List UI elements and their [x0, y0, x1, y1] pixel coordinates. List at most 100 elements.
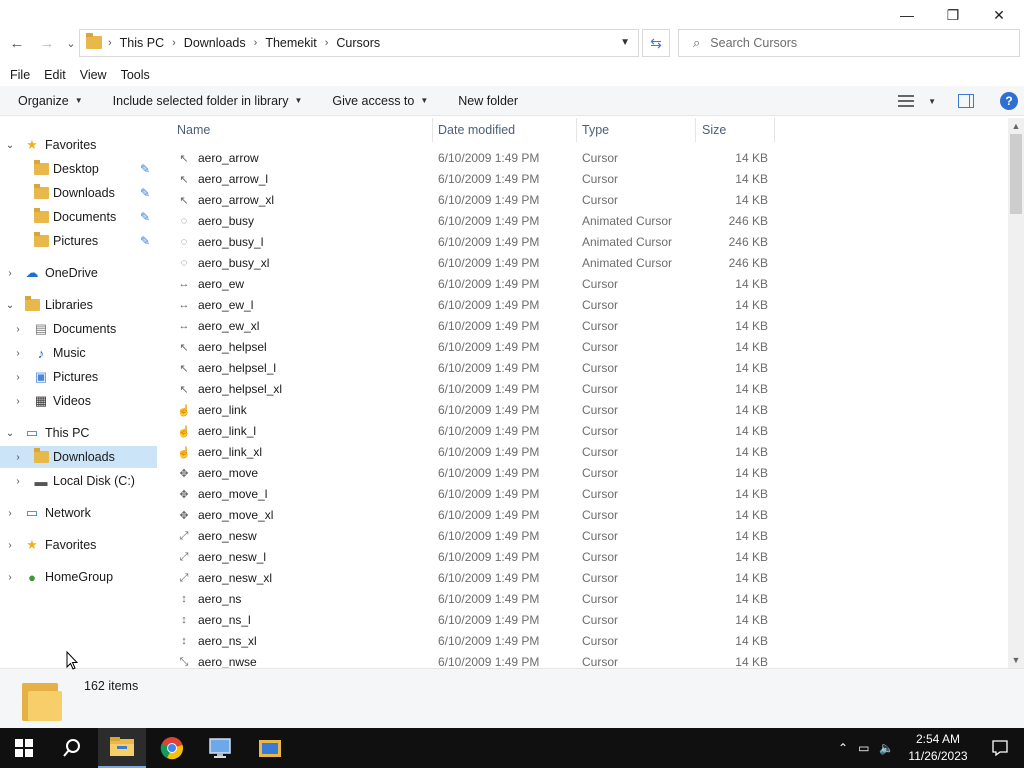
table-row[interactable]: ↖ aero_helpsel 6/10/2009 1:49 PM Cursor 14 K…	[160, 337, 1006, 358]
nav-homegroup[interactable]: › ● HomeGroup	[0, 566, 157, 588]
give-access-button[interactable]: Give access to ▼	[332, 94, 428, 108]
back-button[interactable]: ←	[6, 32, 28, 54]
column-divider[interactable]	[695, 118, 696, 142]
nav-libraries[interactable]: ⌄ Libraries	[0, 294, 157, 316]
caret-down-icon[interactable]: ▼	[928, 97, 936, 106]
nav-favorites[interactable]: ⌄ ★ Favorites	[0, 134, 157, 156]
menu-tools[interactable]: Tools	[121, 68, 150, 82]
view-options-icon[interactable]	[898, 95, 915, 107]
address-bar[interactable]: › This PC › Downloads › Themekit › Curso…	[79, 29, 639, 57]
nav-onedrive[interactable]: › ☁ OneDrive	[0, 262, 157, 284]
nav-lib-videos[interactable]: › ▦ Videos	[0, 390, 157, 412]
table-row[interactable]: ↖ aero_helpsel_l 6/10/2009 1:49 PM Cursor 14…	[160, 358, 1006, 379]
new-folder-button[interactable]: New folder	[458, 94, 518, 108]
chevron-up-icon[interactable]: ⌃	[838, 741, 848, 755]
nav-downloads[interactable]: Downloads ✎	[0, 182, 157, 204]
table-row[interactable]: ↖ aero_arrow 6/10/2009 1:49 PM Cursor 14 KB	[160, 148, 1006, 169]
column-divider[interactable]	[576, 118, 577, 142]
nav-desktop[interactable]: Desktop ✎	[0, 158, 157, 180]
breadcrumb-cursors[interactable]: Cursors	[336, 36, 380, 50]
remote-desktop-taskbar-button[interactable]	[196, 728, 244, 768]
chevron-down-icon[interactable]: ⌄	[4, 300, 16, 311]
chevron-right-icon[interactable]: ›	[12, 372, 24, 383]
breadcrumb-downloads[interactable]: Downloads	[184, 36, 246, 50]
vertical-scrollbar[interactable]: ▲ ▼	[1008, 118, 1024, 668]
table-row[interactable]: ⤡ aero_nwse 6/10/2009 1:49 PM Cursor 14 KB	[160, 652, 1006, 668]
table-row[interactable]: ↔ aero_ew_l 6/10/2009 1:49 PM Cursor 14 KB	[160, 295, 1006, 316]
table-row[interactable]: ✥ aero_move 6/10/2009 1:49 PM Cursor 14 KB	[160, 463, 1006, 484]
table-row[interactable]: ◌ aero_busy_l 6/10/2009 1:49 PM Animated Cu…	[160, 232, 1006, 253]
chevron-right-icon[interactable]: ›	[12, 452, 24, 463]
column-header-size[interactable]: Size	[702, 118, 772, 142]
preview-pane-icon[interactable]	[958, 94, 974, 108]
start-button[interactable]	[0, 728, 48, 768]
column-header-date[interactable]: Date modified	[438, 118, 576, 142]
network-icon[interactable]: ▭	[858, 741, 869, 755]
nav-documents[interactable]: Documents ✎	[0, 206, 157, 228]
nav-lib-documents[interactable]: › ▤ Documents	[0, 318, 157, 340]
table-row[interactable]: ◌ aero_busy 6/10/2009 1:49 PM Animated Curs…	[160, 211, 1006, 232]
nav-lib-music[interactable]: › ♪ Music	[0, 342, 157, 364]
forward-button[interactable]: →	[36, 32, 58, 54]
restore-button[interactable]: ❐	[930, 0, 976, 30]
chevron-right-icon[interactable]: ›	[12, 348, 24, 359]
themekit-taskbar-button[interactable]	[246, 728, 294, 768]
table-row[interactable]: ↕ aero_ns 6/10/2009 1:49 PM Cursor 14 KB	[160, 589, 1006, 610]
nav-favorites-2[interactable]: › ★ Favorites	[0, 534, 157, 556]
table-row[interactable]: ⤢ aero_nesw_l 6/10/2009 1:49 PM Cursor 14 KB	[160, 547, 1006, 568]
table-row[interactable]: ↔ aero_ew_xl 6/10/2009 1:49 PM Cursor 14 KB	[160, 316, 1006, 337]
table-row[interactable]: ☝ aero_link_xl 6/10/2009 1:49 PM Cursor 14 K…	[160, 442, 1006, 463]
table-row[interactable]: ↕ aero_ns_xl 6/10/2009 1:49 PM Cursor 14 KB	[160, 631, 1006, 652]
table-row[interactable]: ↖ aero_helpsel_xl 6/10/2009 1:49 PM Cursor 1…	[160, 379, 1006, 400]
column-header-type[interactable]: Type	[582, 118, 694, 142]
chevron-right-icon[interactable]: ›	[12, 476, 24, 487]
nav-local-disk[interactable]: › ▬ Local Disk (C:)	[0, 470, 157, 492]
include-in-library-button[interactable]: Include selected folder in library ▼	[113, 94, 303, 108]
column-divider[interactable]	[432, 118, 433, 142]
table-row[interactable]: ↖ aero_arrow_xl 6/10/2009 1:49 PM Cursor 14 …	[160, 190, 1006, 211]
clock[interactable]: 2:54 AM 11/26/2023	[900, 731, 976, 765]
column-header-name[interactable]: Name	[177, 118, 432, 142]
chevron-right-icon[interactable]: ›	[12, 324, 24, 335]
file-explorer-taskbar-button[interactable]	[98, 728, 146, 768]
table-row[interactable]: ↔ aero_ew 6/10/2009 1:49 PM Cursor 14 KB	[160, 274, 1006, 295]
chevron-right-icon[interactable]: ›	[4, 540, 16, 551]
menu-edit[interactable]: Edit	[44, 68, 66, 82]
table-row[interactable]: ◌ aero_busy_xl 6/10/2009 1:49 PM Animated C…	[160, 253, 1006, 274]
scroll-thumb[interactable]	[1010, 134, 1022, 214]
search-input[interactable]: ⌕ Search Cursors	[678, 29, 1020, 57]
table-row[interactable]: ✥ aero_move_xl 6/10/2009 1:49 PM Cursor 14 K…	[160, 505, 1006, 526]
table-row[interactable]: ⤢ aero_nesw_xl 6/10/2009 1:49 PM Cursor 14 K…	[160, 568, 1006, 589]
breadcrumb-this-pc[interactable]: This PC	[120, 36, 164, 50]
menu-file[interactable]: File	[10, 68, 30, 82]
scroll-down-icon[interactable]: ▼	[1008, 652, 1024, 668]
table-row[interactable]: ⤢ aero_nesw 6/10/2009 1:49 PM Cursor 14 KB	[160, 526, 1006, 547]
nav-lib-pictures[interactable]: › ▣ Pictures	[0, 366, 157, 388]
chevron-right-icon[interactable]: ›	[4, 508, 16, 519]
table-row[interactable]: ↖ aero_arrow_l 6/10/2009 1:49 PM Cursor 14 K…	[160, 169, 1006, 190]
volume-muted-icon[interactable]: 🔈	[879, 741, 894, 755]
search-button[interactable]	[48, 728, 96, 768]
close-button[interactable]: ✕	[976, 0, 1022, 30]
column-divider[interactable]	[774, 118, 775, 142]
address-dropdown-icon[interactable]: ▼	[620, 37, 630, 48]
chevron-right-icon[interactable]: ›	[4, 268, 16, 279]
scroll-up-icon[interactable]: ▲	[1008, 118, 1024, 134]
chevron-right-icon[interactable]: ›	[12, 396, 24, 407]
nav-network[interactable]: › ▭ Network	[0, 502, 157, 524]
refresh-button[interactable]: ⇆	[642, 29, 670, 57]
nav-pictures[interactable]: Pictures ✎	[0, 230, 157, 252]
table-row[interactable]: ☝ aero_link 6/10/2009 1:49 PM Cursor 14 KB	[160, 400, 1006, 421]
table-row[interactable]: ✥ aero_move_l 6/10/2009 1:49 PM Cursor 14 KB	[160, 484, 1006, 505]
menu-view[interactable]: View	[80, 68, 107, 82]
table-row[interactable]: ☝ aero_link_l 6/10/2009 1:49 PM Cursor 14 KB	[160, 421, 1006, 442]
chevron-down-icon[interactable]: ⌄	[4, 140, 16, 151]
organize-button[interactable]: Organize ▼	[18, 94, 83, 108]
chevron-down-icon[interactable]: ⌄	[4, 428, 16, 439]
help-icon[interactable]: ?	[1000, 92, 1018, 110]
minimize-button[interactable]: —	[884, 0, 930, 30]
nav-this-pc[interactable]: ⌄ ▭ This PC	[0, 422, 157, 444]
nav-pc-downloads[interactable]: › Downloads	[0, 446, 157, 468]
notifications-button[interactable]	[976, 728, 1024, 768]
table-row[interactable]: ↕ aero_ns_l 6/10/2009 1:49 PM Cursor 14 KB	[160, 610, 1006, 631]
